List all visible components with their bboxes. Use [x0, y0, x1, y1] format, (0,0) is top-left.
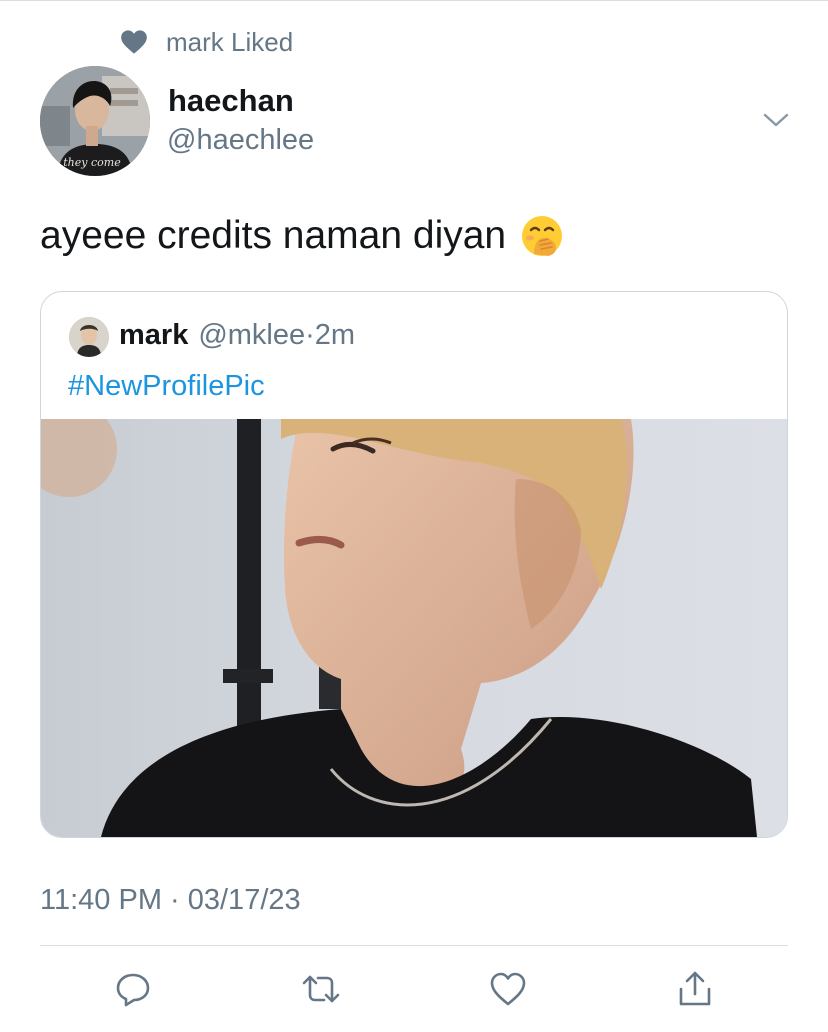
quoted-meta: @mklee·2m	[198, 319, 355, 352]
author-avatar[interactable]: they come	[40, 66, 150, 176]
share-icon	[679, 971, 711, 1006]
author-display-name[interactable]: haechan	[168, 83, 294, 119]
tweet-timestamp: 11:40 PM · 03/17/23	[40, 884, 301, 916]
quoted-tweet-card[interactable]: mark @mklee·2m #NewProfilePic	[40, 291, 788, 838]
quoted-separator: ·	[305, 319, 315, 351]
action-bar	[0, 962, 828, 1016]
quoted-age: 2m	[314, 319, 356, 351]
actions-divider	[40, 945, 788, 946]
hand-over-mouth-emoji	[522, 216, 563, 256]
quoted-author-avatar	[69, 317, 109, 357]
social-context-text: mark Liked	[166, 26, 294, 57]
heart-icon	[121, 30, 147, 54]
reply-icon	[116, 973, 150, 1007]
heart-outline-icon	[490, 972, 526, 1006]
svg-text:they come: they come	[63, 156, 121, 169]
quoted-header: mark @mklee·2m	[119, 319, 355, 352]
chevron-down-icon[interactable]	[762, 110, 790, 130]
retweet-button[interactable]	[294, 962, 348, 1016]
reply-button[interactable]	[106, 962, 160, 1016]
social-context[interactable]: mark Liked	[120, 26, 293, 58]
like-button[interactable]	[481, 962, 535, 1016]
quoted-display-name: mark	[119, 319, 189, 351]
tweet-text: ayeee credits naman diyan	[40, 214, 507, 257]
quoted-hashtag-link[interactable]: #NewProfilePic	[68, 370, 265, 403]
tweet-text-line: ayeee credits naman diyan	[40, 214, 564, 258]
retweet-icon	[302, 975, 340, 1003]
top-divider	[0, 0, 828, 1]
author-handle[interactable]: @haechlee	[167, 124, 314, 157]
quoted-media-photo[interactable]	[41, 419, 787, 837]
share-button[interactable]	[668, 962, 722, 1016]
quoted-handle: @mklee	[198, 319, 306, 351]
